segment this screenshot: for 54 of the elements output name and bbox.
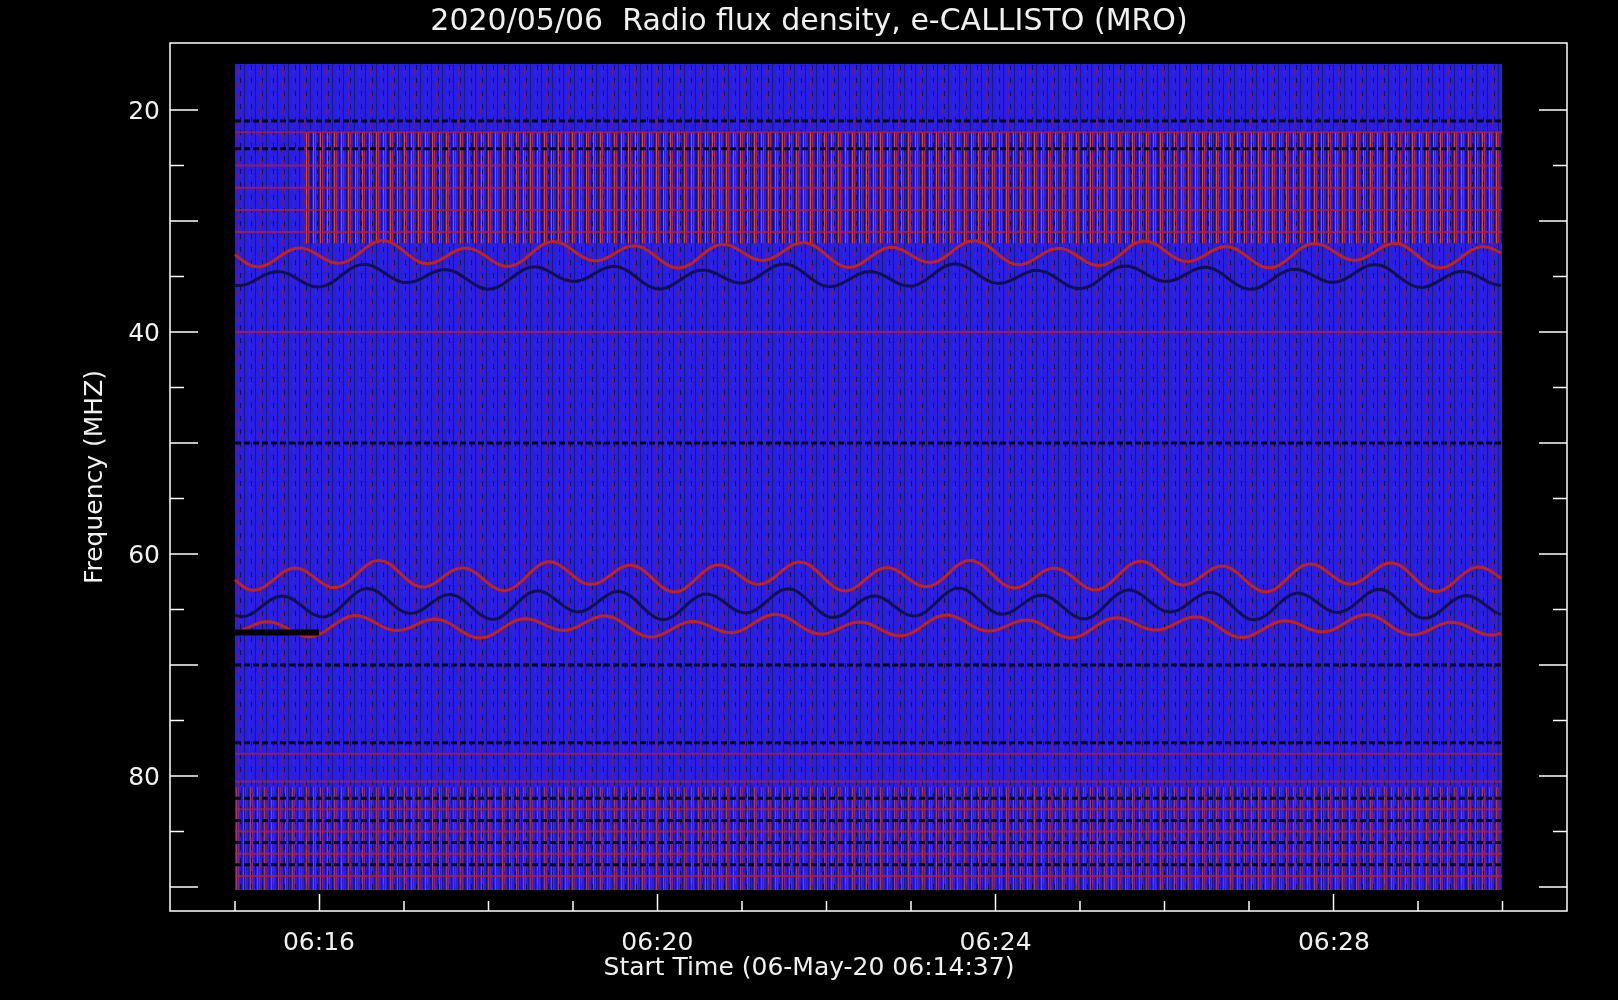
tick-label: 80 [128,762,160,791]
tick-mark [169,830,185,833]
tick-mark [169,719,185,722]
tick-mark [1552,386,1568,389]
tick-mark [234,900,236,912]
tick-mark [825,900,828,912]
tick-label: 60 [128,540,160,569]
tick-mark [1538,331,1568,333]
tick-mark [169,220,199,222]
tick-mark [910,900,912,912]
tick-mark [169,331,199,333]
tick-mark [169,442,199,444]
tick-mark [1538,109,1568,111]
tick-label: 06:16 [283,927,355,956]
tick-mark [741,900,743,912]
tick-mark [1248,900,1250,912]
tick-mark [1552,275,1568,278]
tick-mark [1538,664,1568,666]
tick-mark [1552,719,1568,722]
plot-title: 2020/05/06 Radio flux density, e-CALLISTO (MRO) [430,2,1188,37]
tick-mark [169,608,185,611]
tick-mark [1163,900,1166,912]
tick-mark [1538,442,1568,444]
tick-mark [169,553,199,555]
tick-mark [318,893,321,912]
tick-label: 06:28 [1297,927,1370,956]
axis-label: Frequency (MHZ) [79,369,108,585]
tick-mark [169,386,185,389]
tick-mark [403,900,405,912]
tick-mark [169,664,199,666]
tick-mark [487,900,490,912]
tick-mark [169,164,185,167]
tick-mark [994,893,997,912]
tick-mark [169,109,199,111]
tick-label: 40 [128,318,160,347]
tick-mark [656,893,659,912]
tick-mark [1538,553,1568,555]
tick-mark [1538,220,1568,222]
tick-mark [1538,886,1568,888]
tick-mark [169,886,199,888]
tick-mark [1079,900,1081,912]
tick-label: 20 [128,96,160,125]
tick-mark [1552,830,1568,833]
tick-mark [1332,893,1335,912]
tick-mark [1417,900,1419,912]
tick-mark [1501,900,1504,912]
tick-mark [1552,164,1568,167]
tick-mark [1538,775,1568,777]
tick-mark [1552,608,1568,611]
tick-mark [169,275,185,278]
tick-mark [169,775,199,777]
tick-mark [169,497,185,500]
tick-mark [1552,497,1568,500]
tick-mark [572,900,574,912]
